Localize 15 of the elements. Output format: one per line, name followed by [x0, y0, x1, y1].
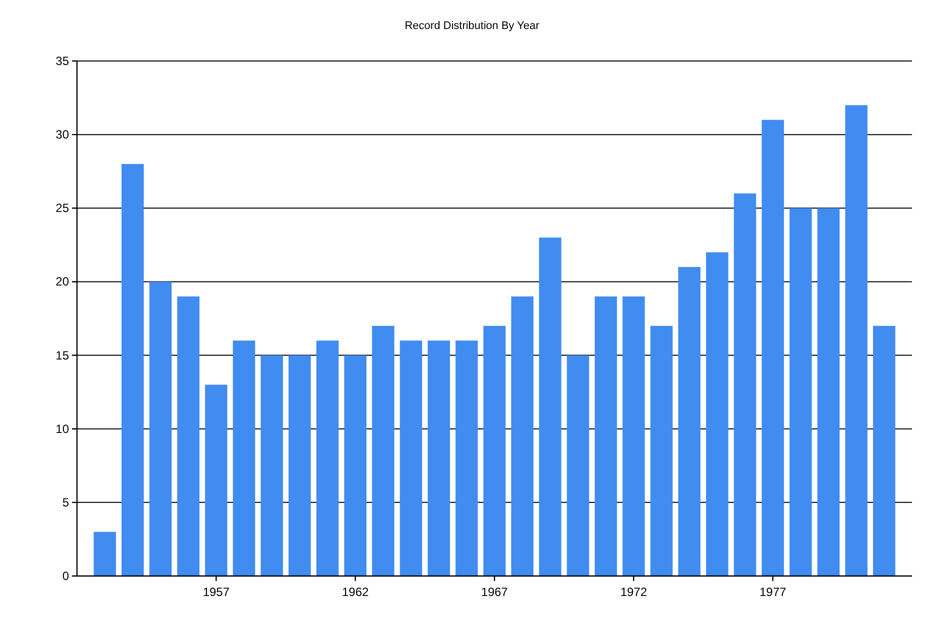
x-tick-label: 1967: [481, 585, 508, 599]
y-tick-label: 25: [56, 201, 69, 216]
y-tick-label: 35: [56, 54, 69, 68]
bar: [94, 532, 116, 576]
y-tick-label: 20: [56, 274, 69, 289]
y-tick-label: 10: [56, 422, 69, 436]
x-tick-label: 1957: [202, 585, 230, 599]
x-tick-label: 1977: [759, 585, 786, 599]
y-tick-label: 30: [56, 128, 69, 142]
x-tick-label: 1972: [620, 585, 648, 599]
y-tick-label: 5: [62, 495, 69, 510]
y-tick-label: 0: [62, 569, 69, 583]
x-tick-label: 1962: [342, 585, 369, 599]
y-tick-label: 15: [56, 348, 69, 362]
chart-title: Record Distribution By Year: [404, 20, 540, 32]
